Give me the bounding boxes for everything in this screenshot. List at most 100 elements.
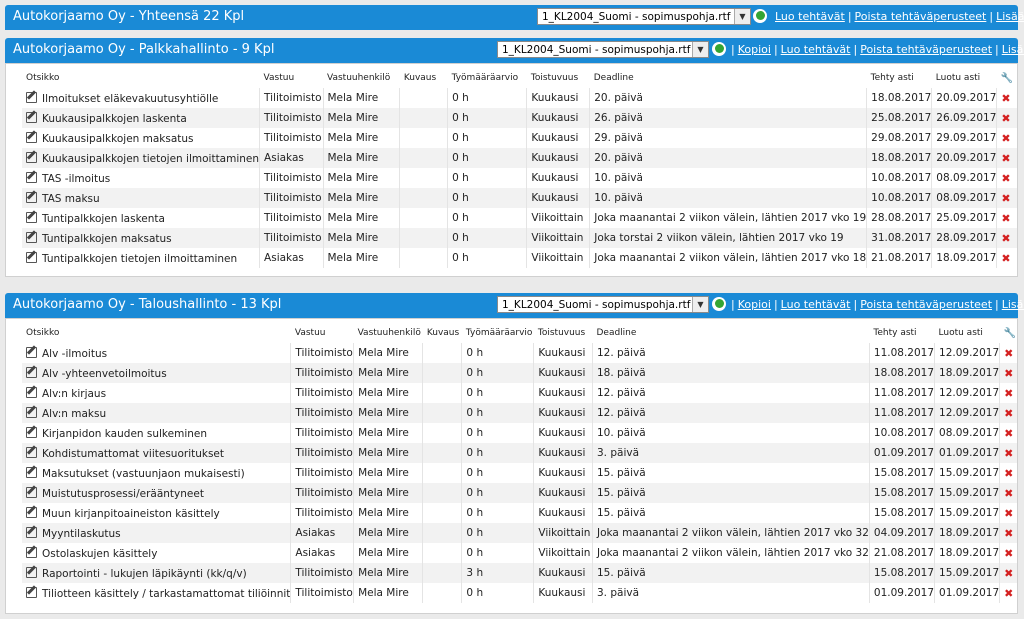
- task-title[interactable]: Tuntipalkkojen maksatus: [42, 233, 172, 245]
- delete-icon[interactable]: ✖: [1004, 347, 1013, 360]
- table-cell: 10.08.2017: [866, 188, 932, 208]
- delete-icon[interactable]: ✖: [1004, 407, 1013, 420]
- edit-icon[interactable]: [26, 486, 37, 498]
- delete-icon[interactable]: ✖: [1001, 152, 1010, 165]
- chevron-down-icon[interactable]: ▼: [692, 42, 708, 57]
- kopioi-link[interactable]: Kopioi: [738, 298, 771, 311]
- table-cell: 10. päivä: [589, 188, 867, 208]
- task-title[interactable]: Raportointi - lukujen läpikäynti (kk/q/v…: [42, 568, 247, 580]
- delete-icon[interactable]: ✖: [1004, 547, 1013, 560]
- task-title[interactable]: Kohdistumattomat viitesuoritukset: [42, 448, 224, 460]
- template-select[interactable]: 1_KL2004_Suomi - sopimuspohja.rtf ▼: [497, 296, 709, 313]
- delete-icon[interactable]: ✖: [1004, 447, 1013, 460]
- task-title[interactable]: Tiliotteen käsittely / tarkastamattomat …: [42, 588, 290, 600]
- edit-icon[interactable]: [26, 426, 37, 438]
- lisaa-uusi-link[interactable]: Lisää uusi: [1002, 298, 1024, 311]
- delete-icon[interactable]: ✖: [1004, 587, 1013, 600]
- wrench-icon[interactable]: 🔧: [1000, 323, 1017, 343]
- task-title[interactable]: Alv:n kirjaus: [42, 388, 106, 400]
- task-title[interactable]: Alv -ilmoitus: [42, 348, 107, 360]
- task-title[interactable]: Tuntipalkkojen laskenta: [42, 213, 165, 225]
- task-title[interactable]: Muun kirjanpitoaineiston käsittely: [42, 508, 220, 520]
- delete-icon[interactable]: ✖: [1004, 567, 1013, 580]
- edit-icon[interactable]: [26, 131, 37, 143]
- poista-tehtavaperusteet-link[interactable]: Poista tehtäväperusteet: [860, 298, 992, 311]
- delete-icon[interactable]: ✖: [1001, 232, 1010, 245]
- luo-tehtavat-link[interactable]: Luo tehtävät: [775, 10, 845, 23]
- template-select[interactable]: 1_KL2004_Suomi - sopimuspohja.rtf ▼: [537, 8, 751, 25]
- edit-icon[interactable]: [26, 386, 37, 398]
- delete-cell: ✖: [996, 168, 1017, 188]
- edit-icon[interactable]: [26, 546, 37, 558]
- delete-icon[interactable]: ✖: [1001, 172, 1010, 185]
- poista-tehtavaperusteet-link[interactable]: Poista tehtäväperusteet: [860, 43, 992, 56]
- task-title[interactable]: Tuntipalkkojen tietojen ilmoittaminen: [42, 253, 237, 265]
- edit-icon[interactable]: [26, 446, 37, 458]
- delete-icon[interactable]: ✖: [1001, 252, 1010, 265]
- go-arrow-icon[interactable]: [712, 297, 726, 311]
- edit-icon[interactable]: [26, 91, 37, 103]
- delete-icon[interactable]: ✖: [1001, 112, 1010, 125]
- luo-tehtavat-link[interactable]: Luo tehtävät: [781, 43, 851, 56]
- delete-icon[interactable]: ✖: [1001, 132, 1010, 145]
- table-row: Tiliotteen käsittely / tarkastamattomat …: [22, 583, 1017, 603]
- chevron-down-icon[interactable]: ▼: [734, 9, 750, 24]
- delete-icon[interactable]: ✖: [1004, 527, 1013, 540]
- chevron-down-icon[interactable]: ▼: [692, 297, 708, 312]
- task-title[interactable]: Kuukausipalkkojen laskenta: [42, 113, 187, 125]
- edit-icon[interactable]: [26, 526, 37, 538]
- table-cell: Tilitoimisto: [259, 88, 323, 108]
- edit-icon[interactable]: [26, 191, 37, 203]
- task-title[interactable]: Ostolaskujen käsittely: [42, 548, 157, 560]
- task-title[interactable]: TAS -ilmoitus: [42, 173, 110, 185]
- task-title[interactable]: Kirjanpidon kauden sulkeminen: [42, 428, 207, 440]
- task-title[interactable]: Maksutukset (vastuunjaon mukaisesti): [42, 468, 245, 480]
- column-header: Vastuu: [263, 73, 295, 83]
- edit-icon[interactable]: [26, 231, 37, 243]
- delete-icon[interactable]: ✖: [1001, 192, 1010, 205]
- task-title[interactable]: Kuukausipalkkojen maksatus: [42, 133, 194, 145]
- task-title[interactable]: Ilmoitukset eläkevakuutusyhtiölle: [42, 93, 218, 105]
- table-cell: [422, 543, 462, 563]
- task-title[interactable]: Kuukausipalkkojen tietojen ilmoittaminen: [42, 153, 259, 165]
- edit-icon[interactable]: [26, 406, 37, 418]
- delete-icon[interactable]: ✖: [1001, 212, 1010, 225]
- task-title[interactable]: Myyntilaskutus: [42, 528, 121, 540]
- go-arrow-icon[interactable]: [712, 42, 726, 56]
- kopioi-link[interactable]: Kopioi: [738, 43, 771, 56]
- edit-icon[interactable]: [26, 251, 37, 263]
- edit-icon[interactable]: [26, 151, 37, 163]
- edit-icon[interactable]: [26, 211, 37, 223]
- edit-icon[interactable]: [26, 346, 37, 358]
- task-title-cell: Ostolaskujen käsittely: [22, 543, 291, 563]
- table-cell: 08.09.2017: [934, 423, 1000, 443]
- delete-icon[interactable]: ✖: [1001, 92, 1010, 105]
- edit-icon[interactable]: [26, 111, 37, 123]
- delete-icon[interactable]: ✖: [1004, 487, 1013, 500]
- lisaa-uusi-link[interactable]: Lisää uusi: [996, 10, 1024, 23]
- edit-icon[interactable]: [26, 566, 37, 578]
- task-title[interactable]: Alv -yhteenvetoilmoitus: [42, 368, 167, 380]
- table-cell: 29.08.2017: [866, 128, 932, 148]
- delete-icon[interactable]: ✖: [1004, 367, 1013, 380]
- task-title[interactable]: Muistutusprosessi/erääntyneet: [42, 488, 204, 500]
- template-select[interactable]: 1_KL2004_Suomi - sopimuspohja.rtf ▼: [497, 41, 709, 58]
- task-title[interactable]: TAS maksu: [42, 193, 100, 205]
- wrench-icon[interactable]: 🔧: [997, 68, 1017, 88]
- edit-icon[interactable]: [26, 171, 37, 183]
- delete-icon[interactable]: ✖: [1004, 467, 1013, 480]
- go-arrow-icon[interactable]: [753, 9, 767, 23]
- table-cell: 0 h: [447, 168, 527, 188]
- edit-icon[interactable]: [26, 366, 37, 378]
- delete-icon[interactable]: ✖: [1004, 507, 1013, 520]
- task-title[interactable]: Alv:n maksu: [42, 408, 106, 420]
- table-cell: Tilitoimisto: [290, 463, 354, 483]
- edit-icon[interactable]: [26, 506, 37, 518]
- delete-icon[interactable]: ✖: [1004, 387, 1013, 400]
- lisaa-uusi-link[interactable]: Lisää uusi: [1002, 43, 1024, 56]
- edit-icon[interactable]: [26, 586, 37, 598]
- delete-icon[interactable]: ✖: [1004, 427, 1013, 440]
- luo-tehtavat-link[interactable]: Luo tehtävät: [781, 298, 851, 311]
- poista-tehtavaperusteet-link[interactable]: Poista tehtäväperusteet: [855, 10, 987, 23]
- edit-icon[interactable]: [26, 466, 37, 478]
